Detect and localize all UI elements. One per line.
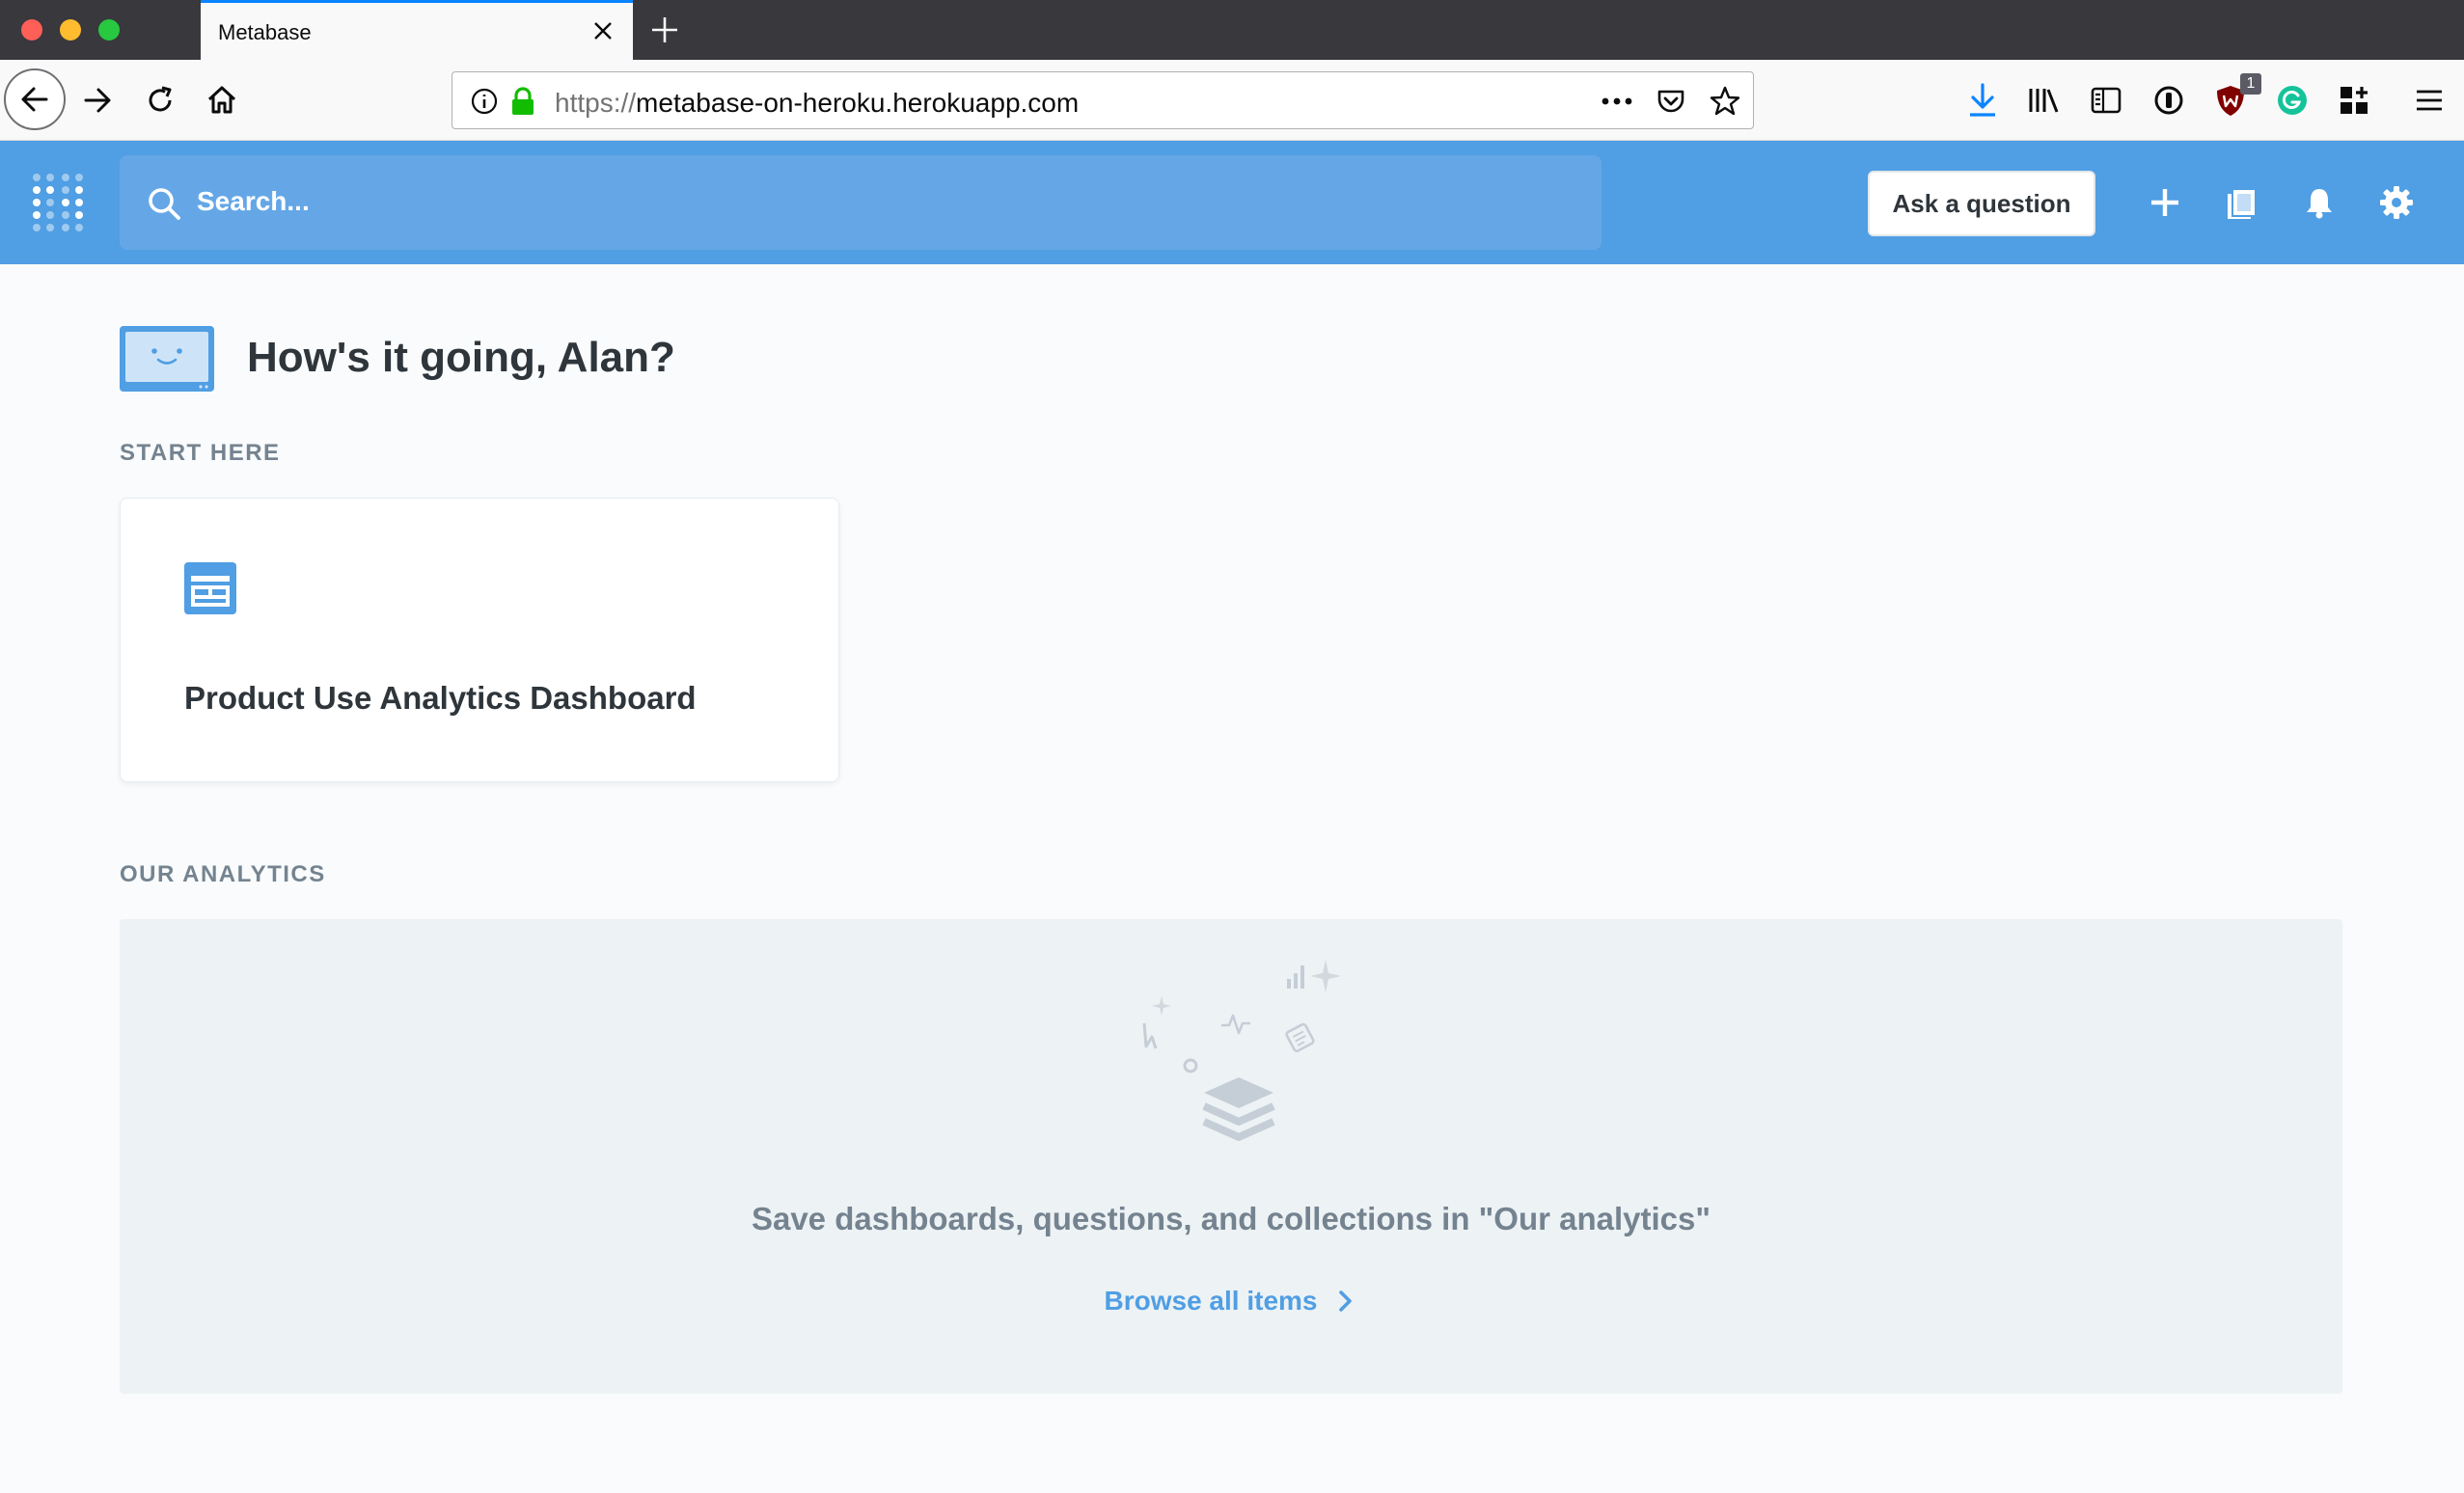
arrow-left-icon (21, 87, 48, 112)
browser-toolbar: https://metabase-on-heroku.herokuapp.com (0, 60, 2464, 141)
url-scheme: https:// (555, 88, 637, 118)
tab-title: Metabase (218, 20, 312, 44)
reload-button[interactable] (140, 80, 180, 121)
sidebar-button[interactable] (2086, 80, 2126, 121)
extension-badge: 1 (2240, 73, 2261, 95)
reference-book-icon (2228, 190, 2255, 219)
password-manager-icon (2154, 86, 2183, 115)
search-placeholder: Search... (197, 186, 310, 216)
close-icon[interactable] (590, 18, 616, 43)
start-here-card[interactable]: Product Use Analytics Dashboard (120, 498, 839, 782)
browse-data-button[interactable] (2223, 183, 2261, 222)
metabase-logo-icon[interactable] (31, 172, 85, 233)
url-text[interactable]: https://metabase-on-heroku.herokuapp.com (555, 88, 1079, 119)
library-button[interactable] (2024, 80, 2065, 121)
bell-icon (2307, 189, 2332, 219)
downloads-button[interactable] (1962, 80, 2003, 121)
new-tab-plus-icon[interactable] (648, 14, 681, 46)
arrow-right-icon (84, 88, 111, 113)
sidebar-icon (2091, 87, 2122, 114)
empty-state-message: Save dashboards, questions, and collecti… (751, 1201, 1711, 1236)
search-icon (149, 188, 180, 220)
lock-icon[interactable] (506, 85, 539, 118)
browser-menu-button[interactable] (2409, 80, 2450, 121)
browser-tab-active[interactable]: Metabase (201, 0, 633, 60)
reload-icon (149, 86, 172, 112)
browser-tab-strip: Metabase (0, 0, 2464, 60)
gear-icon (2380, 186, 2413, 219)
metabase-navbar: Search... Ask a question (0, 141, 2464, 264)
start-here-label: START HERE (120, 440, 281, 466)
forward-button[interactable] (77, 80, 118, 121)
dashboard-card-title[interactable]: Product Use Analytics Dashboard (184, 680, 697, 717)
page-actions-menu-icon[interactable] (1601, 85, 1633, 118)
url-host: metabase-on-heroku.herokuapp.com (636, 88, 1080, 118)
settings-button[interactable] (2377, 183, 2416, 222)
grammarly-icon (2278, 86, 2307, 115)
bookmark-star-icon[interactable] (1709, 85, 1741, 118)
grid-plus-icon (2341, 87, 2368, 114)
apps-extension[interactable] (2334, 80, 2374, 121)
window-close-button[interactable] (21, 19, 42, 41)
empty-collection-illustration-icon (1142, 960, 1341, 1141)
library-icon (2029, 89, 2059, 113)
browse-all-items-link[interactable]: Browse all items (120, 1286, 2342, 1317)
hamburger-menu-icon (2417, 90, 2442, 111)
notifications-button[interactable] (2300, 183, 2339, 222)
home-button[interactable] (202, 80, 242, 121)
chevron-right-icon[interactable] (1334, 1289, 1357, 1313)
pocket-icon[interactable] (1655, 85, 1687, 118)
browse-link-label[interactable]: Browse all items (1105, 1286, 1318, 1317)
download-icon (1970, 83, 1995, 117)
window-zoom-button[interactable] (98, 19, 120, 41)
address-bar[interactable]: https://metabase-on-heroku.herokuapp.com (452, 71, 1754, 129)
window-minimize-button[interactable] (60, 19, 81, 41)
our-analytics-empty-state: Save dashboards, questions, and collecti… (120, 919, 2342, 1394)
dashboard-icon (184, 562, 236, 614)
password-manager-extension[interactable] (2149, 80, 2189, 121)
our-analytics-label: OUR ANALYTICS (120, 861, 326, 887)
greeting-heading: How's it going, Alan? (247, 334, 675, 381)
ask-question-button[interactable]: Ask a question (1868, 171, 2095, 236)
greeting-robot-icon (120, 326, 214, 392)
back-button[interactable] (4, 68, 66, 130)
info-icon[interactable] (468, 85, 501, 118)
grammarly-extension[interactable] (2272, 80, 2313, 121)
create-new-button[interactable] (2146, 183, 2184, 222)
search-bar[interactable]: Search... (120, 155, 1602, 250)
home-icon (207, 86, 236, 114)
plus-icon (2151, 189, 2178, 216)
